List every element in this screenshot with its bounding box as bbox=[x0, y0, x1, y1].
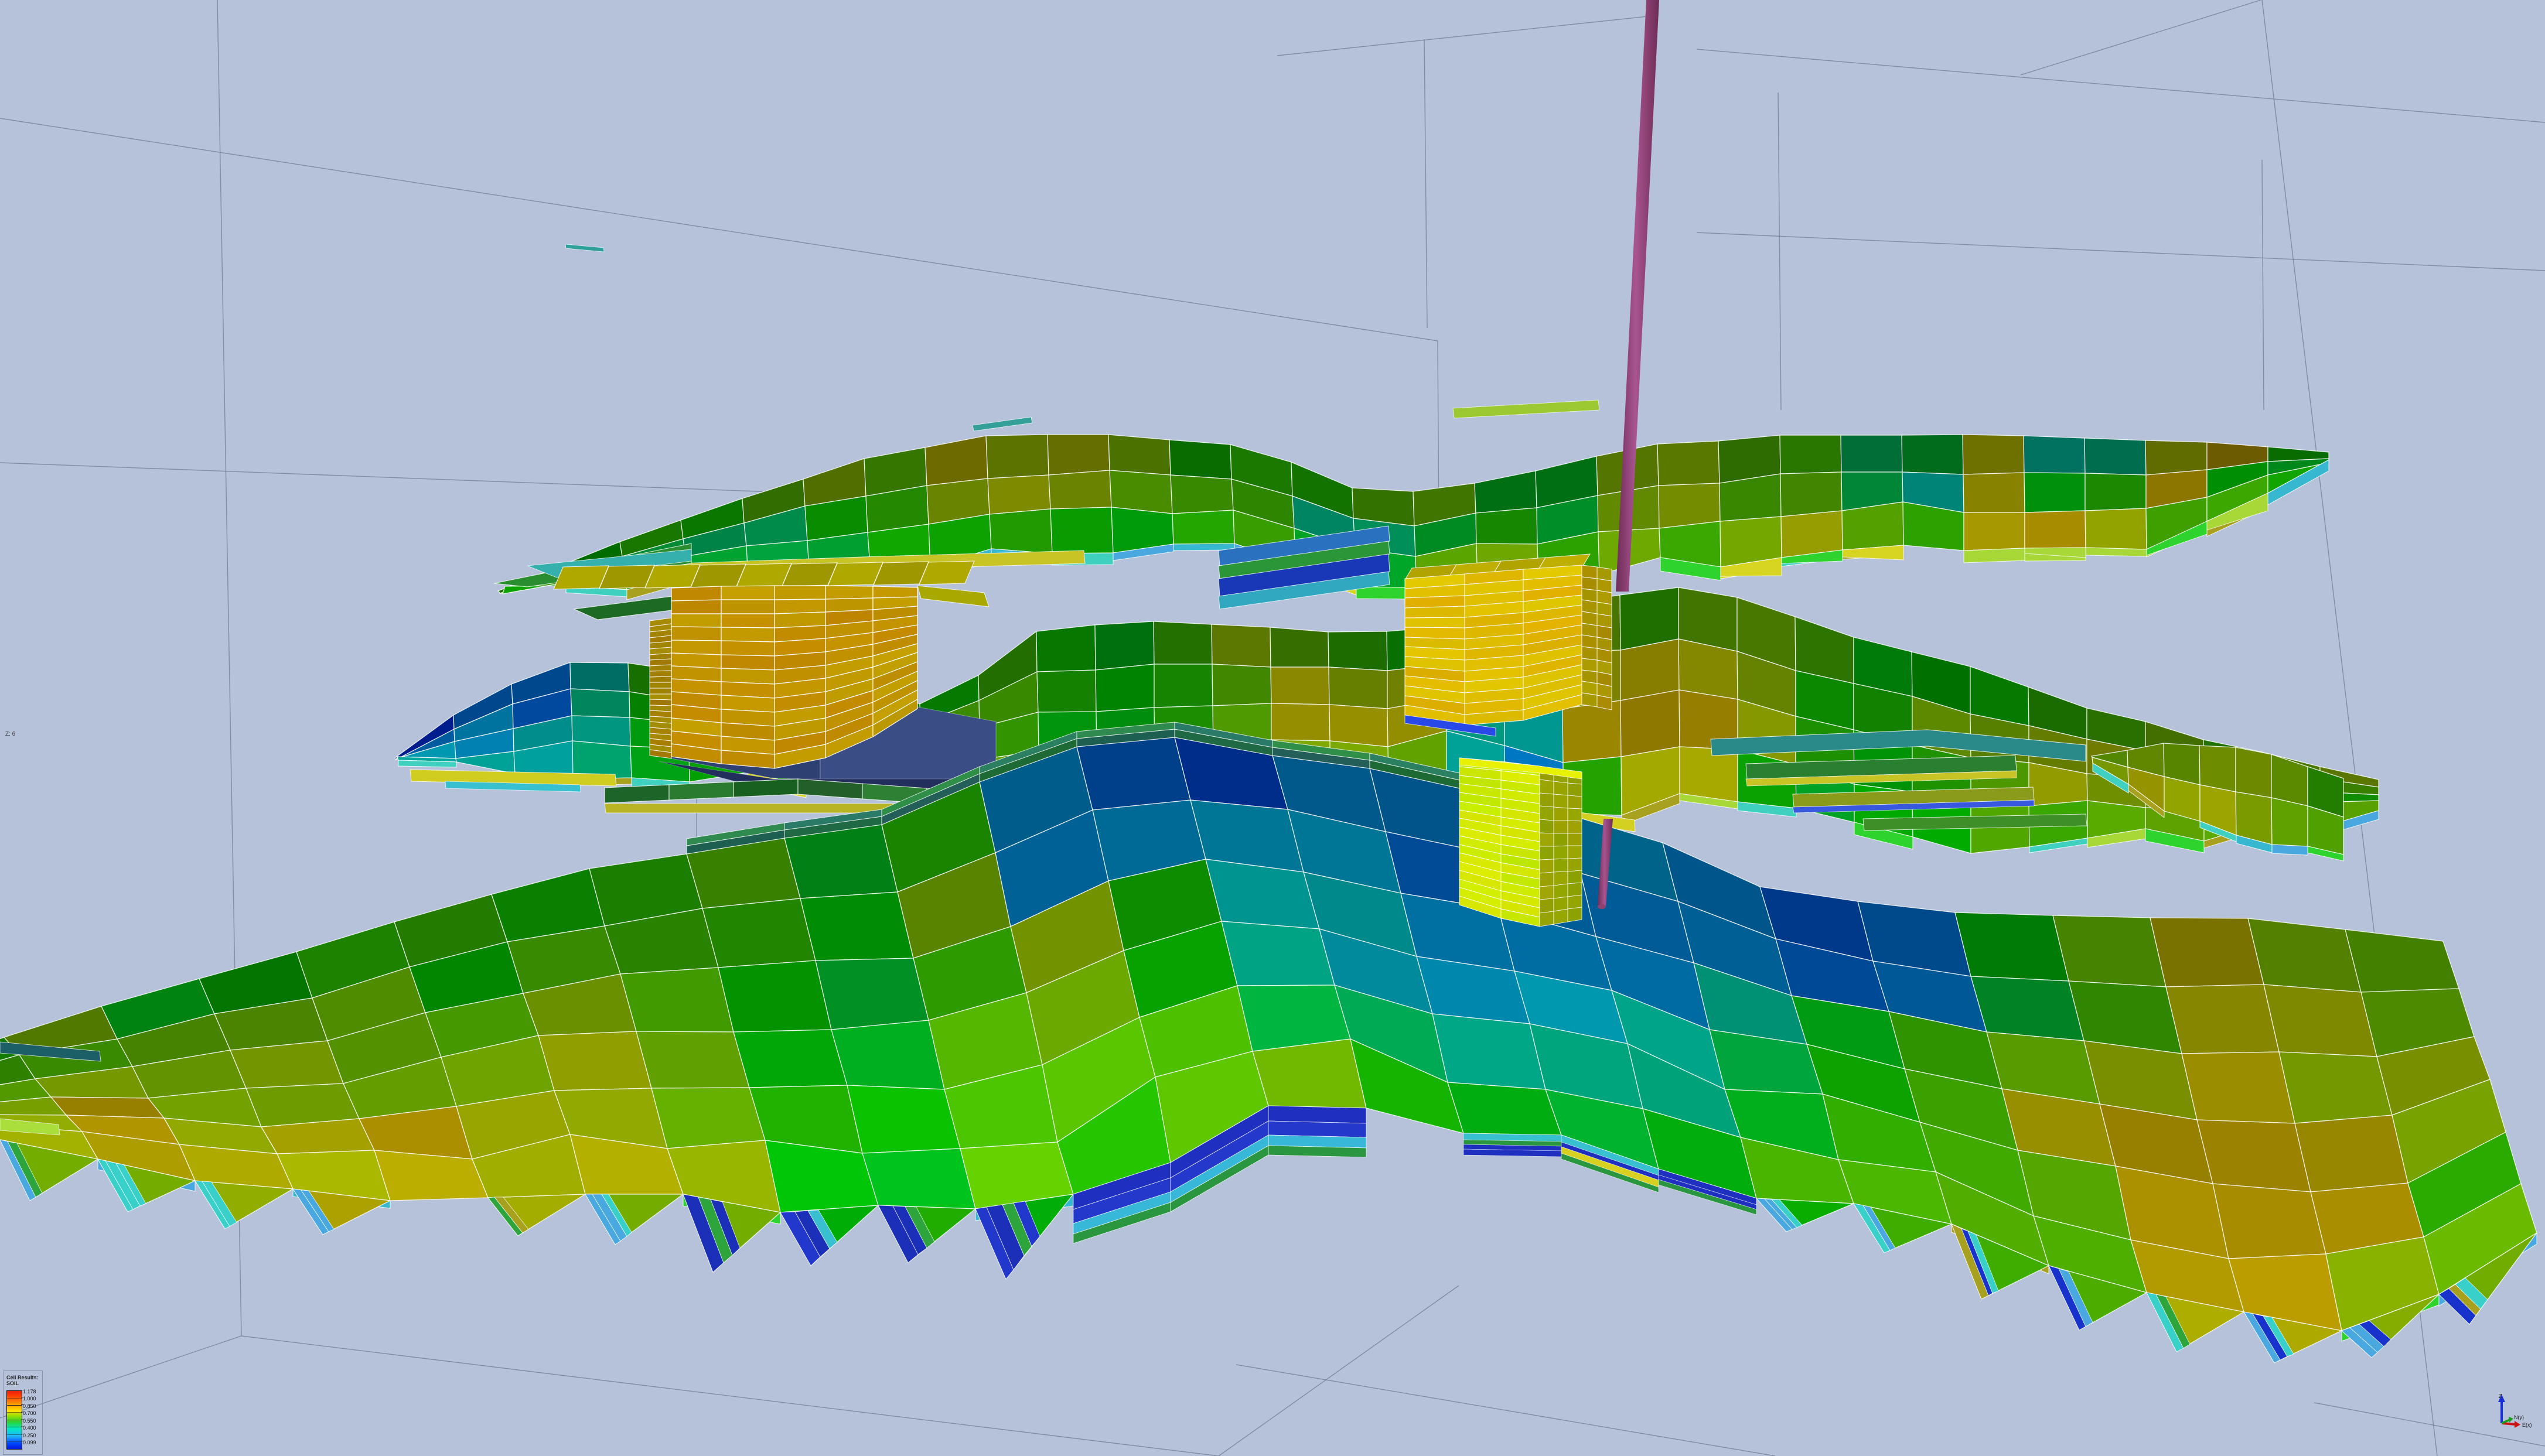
svg-text:N(y): N(y) bbox=[2514, 1414, 2524, 1420]
svg-text:E(x): E(x) bbox=[2522, 1422, 2532, 1428]
svg-text:Z: Z bbox=[2499, 1393, 2502, 1400]
